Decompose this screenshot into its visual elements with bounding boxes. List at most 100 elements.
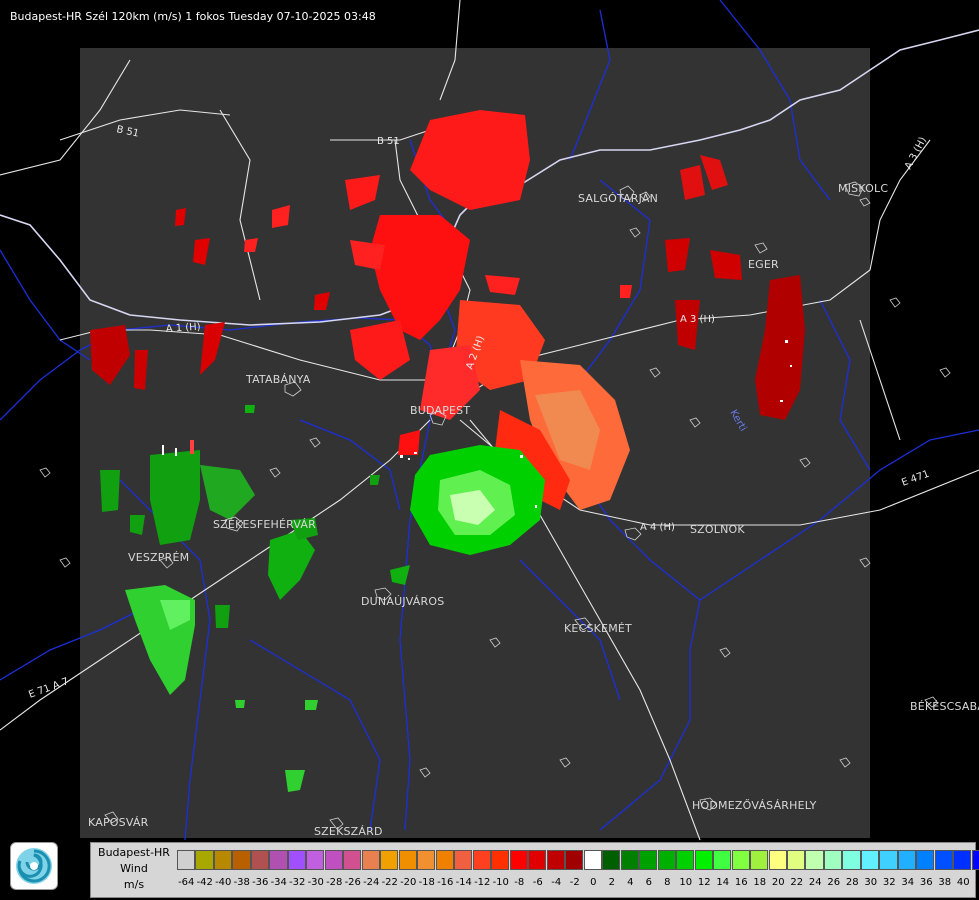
legend-swatch — [842, 850, 861, 870]
legend-tick-label: 2 — [608, 877, 615, 888]
legend-tick-label: 4 — [627, 877, 634, 888]
legend-tick-label: -14 — [455, 877, 472, 888]
legend-swatch — [177, 850, 196, 870]
legend-label-unit: m/s — [123, 878, 145, 891]
legend-swatch — [916, 850, 935, 870]
legend-swatch — [417, 850, 436, 870]
city-label: MISKOLC — [838, 182, 888, 195]
legend-swatch — [343, 850, 362, 870]
legend-tick-label: 0 — [590, 877, 597, 888]
legend-swatch — [694, 850, 713, 870]
legend-swatch — [565, 850, 584, 870]
city-label: BUDAPEST — [410, 404, 470, 417]
legend-tick-label: -36 — [252, 877, 269, 888]
legend-tick-label: 40 — [956, 877, 970, 888]
legend-swatch — [380, 850, 399, 870]
legend-tick-label: 26 — [827, 877, 841, 888]
legend-tick-label: 32 — [882, 877, 896, 888]
legend-swatch — [657, 850, 676, 870]
legend-swatches — [177, 850, 979, 870]
legend-tick-label: -42 — [196, 877, 213, 888]
city-label: BÉKÉSCSABA — [910, 700, 979, 713]
legend-tick-label: -32 — [289, 877, 306, 888]
legend-tick-label: -10 — [492, 877, 509, 888]
legend-swatch — [602, 850, 621, 870]
legend-swatch — [195, 850, 214, 870]
legend-swatch — [250, 850, 270, 870]
legend-swatch — [750, 850, 769, 870]
legend-swatch — [528, 850, 547, 870]
road-label: B 51 — [377, 136, 400, 147]
legend-swatch — [213, 850, 233, 870]
legend-swatch — [491, 850, 510, 870]
legend-swatch — [879, 850, 898, 870]
road-label: E 471 — [900, 469, 931, 489]
legend-tick-label: -8 — [514, 877, 525, 888]
legend-tick-label: 18 — [753, 877, 767, 888]
legend-tick-label: -30 — [307, 877, 324, 888]
legend-tick-label: 16 — [734, 877, 748, 888]
legend-tick-label: 6 — [645, 877, 652, 888]
legend-tick-label: -40 — [215, 877, 232, 888]
legend-tick-label: 28 — [845, 877, 859, 888]
legend-swatch — [786, 850, 806, 870]
road-label: A 3 (H) — [680, 314, 715, 325]
legend-swatch — [860, 850, 880, 870]
legend-tick-label: 36 — [919, 877, 933, 888]
legend-swatch — [639, 850, 658, 870]
legend-swatch — [232, 850, 251, 870]
road-label: E 71 A 7 — [27, 676, 70, 701]
legend-swatch — [454, 850, 473, 870]
legend-label-product: Wind — [120, 862, 148, 875]
legend-swatch — [805, 850, 824, 870]
legend-swatch — [731, 850, 750, 870]
legend-tick-label: -2 — [569, 877, 580, 888]
legend-tick-label: -18 — [418, 877, 435, 888]
legend-swatch — [287, 850, 306, 870]
legend-tick-label: -4 — [551, 877, 562, 888]
legend-swatch — [897, 850, 916, 870]
city-label: SZOLNOK — [690, 523, 745, 536]
legend-swatch — [361, 850, 380, 870]
legend-ticks: -64 -42 -40 -38 -36 -34 -32 -30 -28 -26 -24 -22 -20-… — [177, 877, 979, 893]
road-label: A 3 (H) — [903, 135, 929, 171]
legend-tick-label: -24 — [363, 877, 380, 888]
city-label: KECSKEMÉT — [564, 622, 632, 635]
legend-tick-label: -22 — [381, 877, 398, 888]
legend-tick-label: 12 — [697, 877, 711, 888]
city-label: KAPOSVÁR — [88, 816, 149, 829]
legend-swatch — [324, 850, 343, 870]
legend-tick-label: 10 — [679, 877, 693, 888]
legend-tick-label: 14 — [716, 877, 730, 888]
legend-tick-label: 22 — [790, 877, 804, 888]
legend-tick-label: -12 — [474, 877, 491, 888]
legend-label-radar: Budapest-HR — [98, 846, 170, 859]
legend-tick-label: -34 — [270, 877, 287, 888]
city-label: DUNAÚJVÁROS — [361, 595, 444, 608]
legend-tick-label: 24 — [808, 877, 822, 888]
road-label: A 4 (H) — [640, 522, 675, 533]
legend-swatch — [823, 850, 843, 870]
met-service-logo — [10, 842, 58, 890]
legend-swatch — [620, 850, 639, 870]
legend-tick-label: -6 — [532, 877, 543, 888]
radar-title: Budapest-HR Szél 120km (m/s) 1 fokos Tue… — [10, 10, 376, 23]
legend-swatch — [472, 850, 491, 870]
legend-swatch — [713, 850, 732, 870]
legend-tick-label: -20 — [400, 877, 417, 888]
legend-tick-label: -26 — [344, 877, 361, 888]
city-label: SALGÓTARJÁN — [578, 192, 658, 205]
legend-label: Budapest-HR Wind m/s — [91, 845, 177, 893]
legend-swatch — [509, 850, 528, 870]
city-label: SZÉKESFEHÉRVÁR — [213, 518, 316, 531]
city-label: SZEKSZÁRD — [314, 825, 383, 838]
legend-swatch — [269, 850, 288, 870]
legend-tick-label: -64 — [178, 877, 195, 888]
color-legend: Budapest-HR Wind m/s -64 -42 -40 -38 -36 -34-… — [90, 842, 979, 898]
legend-tick-label: -38 — [233, 877, 250, 888]
radar-map[interactable]: SALGÓTARJÁN MISKOLC EGER TATABÁNYA BUDAP… — [0, 0, 979, 900]
legend-swatch — [934, 850, 953, 870]
legend-tick-label: 34 — [901, 877, 915, 888]
legend-swatch — [546, 850, 565, 870]
city-label: VESZPRÉM — [128, 551, 189, 564]
